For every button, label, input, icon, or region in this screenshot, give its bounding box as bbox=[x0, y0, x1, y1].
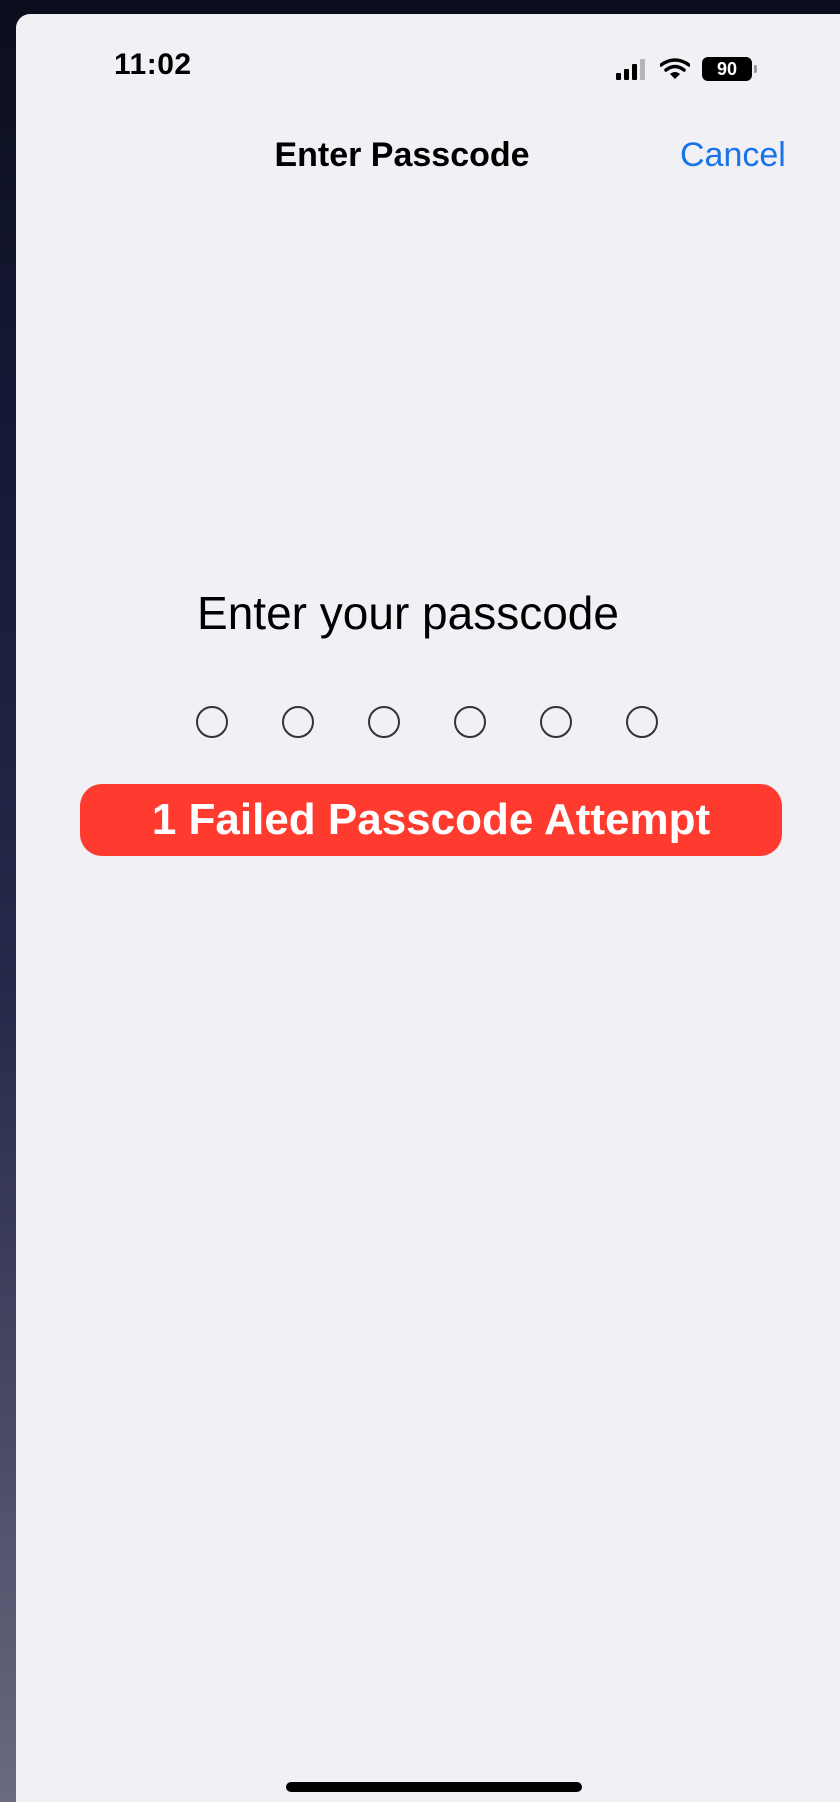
passcode-dots[interactable] bbox=[196, 706, 658, 738]
failed-attempt-badge: 1 Failed Passcode Attempt bbox=[80, 784, 782, 856]
signal-icon bbox=[616, 59, 645, 80]
battery-icon: 90 bbox=[702, 57, 757, 81]
home-indicator[interactable] bbox=[286, 1782, 582, 1792]
passcode-dot bbox=[626, 706, 658, 738]
navigation-bar: Enter Passcode Cancel bbox=[16, 124, 840, 184]
passcode-prompt: Enter your passcode bbox=[16, 586, 840, 640]
nav-title-text: Enter Passcode bbox=[274, 136, 530, 174]
passcode-prompt-text: Enter your passcode bbox=[197, 587, 619, 639]
status-icons: 90 bbox=[616, 54, 757, 84]
status-time: 11:02 bbox=[114, 48, 192, 81]
passcode-dot bbox=[454, 706, 486, 738]
passcode-dot bbox=[196, 706, 228, 738]
status-bar: 11:02 90 bbox=[16, 14, 840, 114]
wifi-icon bbox=[660, 58, 690, 79]
battery-tip bbox=[754, 65, 757, 73]
battery-level: 90 bbox=[702, 57, 752, 81]
passcode-dot bbox=[282, 706, 314, 738]
cancel-button[interactable]: Cancel bbox=[680, 136, 786, 175]
passcode-dot bbox=[368, 706, 400, 738]
passcode-dot bbox=[540, 706, 572, 738]
passcode-screen: 11:02 90 Enter Passcode Cancel Enter you… bbox=[16, 14, 840, 1802]
